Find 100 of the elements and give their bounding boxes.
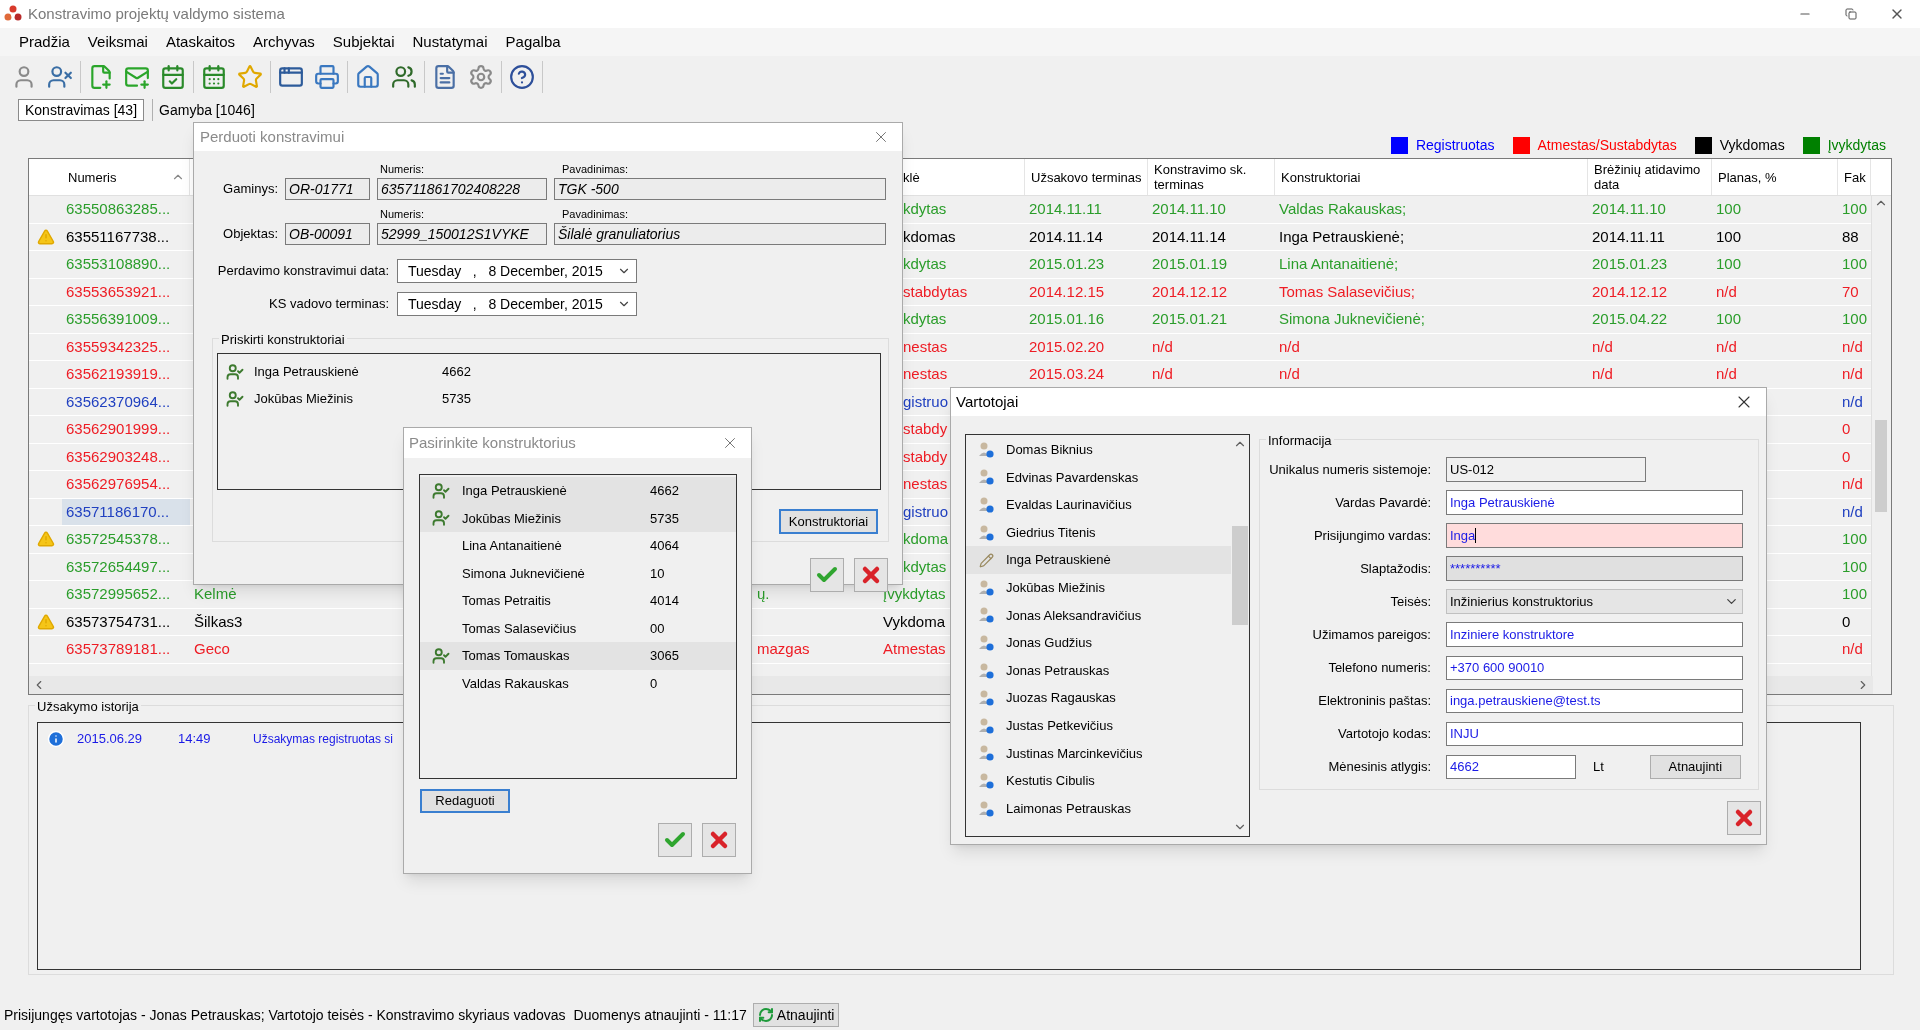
text-field[interactable]: Inga xyxy=(1446,523,1743,548)
table-cell-text: 2015.01.19 xyxy=(1152,254,1228,274)
table-cell-text: 2014.11.11 xyxy=(1029,199,1102,219)
column-header[interactable]: Konstravimo sk. terminas xyxy=(1148,159,1275,195)
table-cell-text: 100 xyxy=(1716,226,1742,247)
field-label: Vartotojo kodas: xyxy=(1337,725,1431,744)
column-header[interactable]: Numeris xyxy=(62,159,190,195)
confirm-button[interactable] xyxy=(810,558,844,592)
table-cell-text: 2015.01.21 xyxy=(1152,309,1228,329)
list-item[interactable]: Edvinas Pavardenskas xyxy=(966,463,1231,492)
date-picker[interactable]: Tuesday , 8 December, 2015 xyxy=(397,259,637,283)
list-item[interactable]: Jonas Gudžius xyxy=(966,629,1231,657)
user-info-icon xyxy=(978,799,994,818)
list-item[interactable]: Laimonas Petrauskas xyxy=(966,794,1231,823)
list-item[interactable]: Giedrius Titenis xyxy=(966,518,1231,547)
history-time: 14:49 xyxy=(178,730,212,749)
refresh-button[interactable]: Atnaujinti xyxy=(752,1003,840,1027)
field-label: Prisijungimo vardas: xyxy=(1312,526,1431,545)
list-item[interactable]: Inga Petrauskienė xyxy=(966,546,1231,574)
list-item[interactable]: Tomas Petraitis 4014 xyxy=(420,587,736,615)
user-info-icon xyxy=(978,468,994,487)
table-cell-text: 2014.12.12 xyxy=(1152,281,1228,302)
printer-icon xyxy=(314,64,340,90)
text-field[interactable]: TGK -500 xyxy=(554,178,886,200)
cancel-button[interactable] xyxy=(702,823,736,857)
menu-item[interactable]: Nustatymai xyxy=(403,30,497,54)
list-item[interactable]: Jonas Petrauskas xyxy=(966,656,1231,685)
info-icon xyxy=(47,730,65,748)
confirm-button[interactable] xyxy=(658,823,692,857)
designers-button[interactable]: Konstruktoriai xyxy=(779,509,878,534)
text-field[interactable]: Šilalė granuliatorius xyxy=(554,223,886,245)
column-header[interactable]: Planas, % xyxy=(1712,159,1838,195)
text-field[interactable]: 52999_150012S1VYKE xyxy=(377,223,547,245)
list-item[interactable]: Justinas Marcinkevičius xyxy=(966,739,1231,768)
menu-item[interactable]: Pradžia xyxy=(10,30,79,54)
cancel-button[interactable] xyxy=(1727,801,1761,835)
menu-item[interactable]: Pagalba xyxy=(496,30,570,54)
warning-icon xyxy=(36,530,55,549)
update-button[interactable]: Atnaujinti xyxy=(1649,755,1741,780)
table-cell-text: gistruo xyxy=(903,391,949,412)
text-field[interactable]: OB-00091 xyxy=(285,223,370,245)
password-field[interactable]: ********** xyxy=(1446,556,1743,581)
dropdown[interactable]: Inžinierius konstruktorius xyxy=(1446,589,1743,614)
tab[interactable]: Gamyba [1046] xyxy=(152,99,261,121)
list-item[interactable]: Evaldas Laurinavičius xyxy=(966,491,1231,519)
text-field[interactable]: 635711861702408228 xyxy=(377,178,547,200)
text-field[interactable]: Inga Petrauskienė xyxy=(1446,490,1743,515)
designer-code: 5735 xyxy=(650,509,679,528)
column-header[interactable]: Brėžinių atidavimo data xyxy=(1588,159,1712,195)
list-item[interactable]: Simona Juknevičienė 10 xyxy=(420,559,736,587)
menu-item[interactable]: Subjektai xyxy=(323,30,404,54)
table-cell-text: 0 xyxy=(1842,446,1851,467)
date-picker[interactable]: Tuesday , 8 December, 2015 xyxy=(397,292,637,316)
list-item[interactable]: Inga Petrauskienė 4662 xyxy=(420,477,736,505)
list-item[interactable]: Jokūbas Miežinis 5735 xyxy=(420,504,736,532)
column-header[interactable]: Konstruktoriai xyxy=(1275,159,1588,195)
column-header[interactable]: Užsakovo terminas xyxy=(1025,159,1148,195)
table-cell-text: kdytas xyxy=(903,309,947,329)
scroll-thumb[interactable] xyxy=(1232,526,1248,625)
menu-item[interactable]: Archyvas xyxy=(244,30,324,54)
menu-item[interactable]: Veiksmai xyxy=(78,30,157,54)
text-field[interactable]: 4662 xyxy=(1446,754,1576,780)
table-cell-text: 63562901999... xyxy=(66,419,171,439)
list-item[interactable]: Kestutis Cibulis xyxy=(966,767,1231,795)
text-field[interactable]: inga.petrauskiene@test.ts xyxy=(1446,688,1743,714)
table-cell-text: 100 xyxy=(1842,254,1868,274)
list-item[interactable]: Tomas Tomauskas 3065 xyxy=(420,642,736,670)
field-label: Vardas Pavardė: xyxy=(1334,493,1431,512)
user-name: Edvinas Pavardenskas xyxy=(1006,468,1139,487)
list-item[interactable]: Jokūbas Miežinis xyxy=(966,573,1231,602)
list-item[interactable]: Tomas Salasevičius 00 xyxy=(420,614,736,642)
list-item[interactable]: Domas Biknius xyxy=(966,436,1231,464)
table-cell-text: 2015.02.20 xyxy=(1029,336,1105,357)
warning-icon xyxy=(36,612,55,631)
user-remove-icon xyxy=(47,64,73,90)
list-item[interactable]: Valdas Rakauskas 0 xyxy=(420,669,736,697)
text-field[interactable]: US-012 xyxy=(1446,457,1646,482)
column-header[interactable]: Fak xyxy=(1838,159,1871,195)
scrollbar[interactable] xyxy=(1871,196,1889,676)
tab[interactable]: Konstravimas [43] xyxy=(18,99,145,121)
table-cell-text: 63562370964... xyxy=(66,391,171,412)
list-item[interactable]: Jonas Aleksandravičius xyxy=(966,601,1231,630)
list-item[interactable]: Juozas Ragauskas xyxy=(966,684,1231,712)
list-item[interactable]: Lina Antanaitienė 4064 xyxy=(420,532,736,560)
list-item[interactable]: Justas Petkevičius xyxy=(966,711,1231,740)
text-field[interactable]: OR-01771 xyxy=(285,178,370,200)
table-cell-text: n/d xyxy=(1152,336,1173,357)
table-cell-text: 63571186170... xyxy=(66,501,170,522)
text-field[interactable]: INJU xyxy=(1446,721,1743,747)
table-cell-text: 63553108890... xyxy=(66,254,171,274)
menu-item[interactable]: Ataskaitos xyxy=(156,30,245,54)
table-cell-text: n/d xyxy=(1842,364,1863,384)
edit-button[interactable]: Redaguoti xyxy=(420,789,510,813)
user-name: Juozas Ragauskas xyxy=(1006,689,1116,708)
scroll-thumb[interactable] xyxy=(1874,420,1887,512)
user-info-icon xyxy=(978,633,994,652)
text-field[interactable]: +370 600 90010 xyxy=(1446,655,1743,681)
designer-code: 0 xyxy=(650,674,658,693)
text-field[interactable]: Inziniere konstruktore xyxy=(1446,622,1743,647)
table-cell-text: 63553653921... xyxy=(66,281,171,302)
